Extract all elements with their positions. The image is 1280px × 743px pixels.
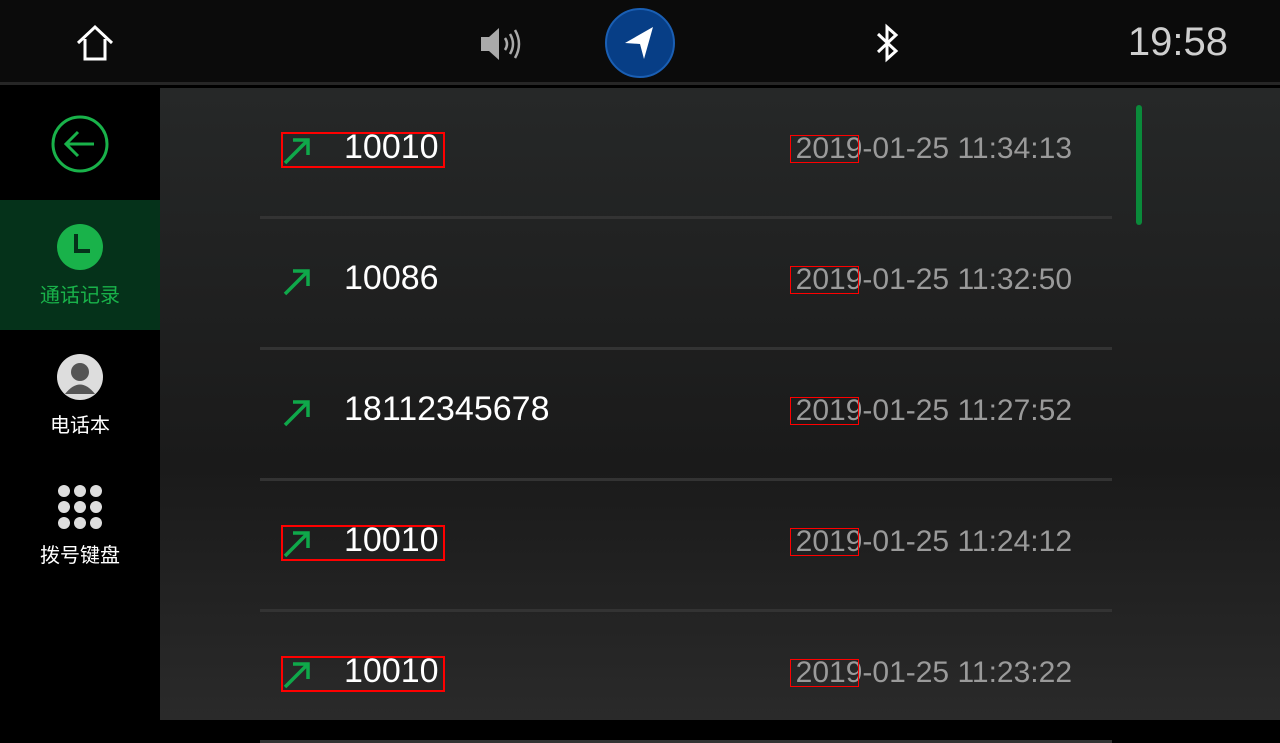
highlight-box [790, 659, 859, 687]
status-bar: 19:58 [0, 0, 1280, 85]
back-icon [51, 115, 109, 173]
call-log-row[interactable]: 10010 2019-01-25 11:23:22 [260, 612, 1112, 743]
call-log-list: 10010 2019-01-25 11:34:13 10086 2019-01-… [160, 88, 1280, 743]
highlight-box [790, 266, 859, 294]
dialpad-icon [58, 484, 102, 529]
navigation-button[interactable] [605, 8, 675, 78]
contact-icon [57, 353, 103, 400]
call-log-row[interactable]: 10010 2019-01-25 11:24:12 [260, 481, 1112, 612]
sidebar-item-label: 通话记录 [40, 282, 120, 307]
sidebar-item-dialpad[interactable]: 拨号键盘 [0, 460, 160, 590]
phone-number: 10086 [344, 259, 439, 297]
highlight-box [790, 135, 859, 163]
sidebar: 通话记录 电话本 拨号键盘 [0, 88, 160, 720]
sidebar-item-label: 电话本 [50, 412, 110, 437]
navigation-icon [625, 27, 653, 59]
call-log-row[interactable]: 10086 2019-01-25 11:32:50 [260, 219, 1112, 350]
outgoing-call-icon [283, 400, 310, 427]
highlight-box [790, 397, 859, 425]
back-button[interactable] [0, 88, 160, 200]
call-log-row[interactable]: 10010 2019-01-25 11:34:13 [260, 88, 1112, 219]
outgoing-call-icon [283, 269, 310, 296]
volume-icon[interactable] [478, 24, 526, 64]
call-log-row[interactable]: 18112345678 2019-01-25 11:27:52 [260, 350, 1112, 481]
highlight-box [281, 132, 445, 168]
clock: 19:58 [1127, 20, 1228, 64]
sidebar-item-label: 拨号键盘 [40, 542, 120, 567]
phone-number: 18112345678 [344, 390, 550, 428]
highlight-box [281, 656, 445, 692]
highlight-box [281, 525, 445, 561]
sidebar-item-call-log[interactable]: 通话记录 [0, 200, 160, 330]
sidebar-item-contacts[interactable]: 电话本 [0, 330, 160, 460]
scrollbar[interactable] [1136, 105, 1142, 225]
clock-icon [57, 223, 103, 270]
bluetooth-icon[interactable] [872, 22, 904, 64]
home-icon[interactable] [74, 22, 116, 64]
highlight-box [790, 528, 859, 556]
